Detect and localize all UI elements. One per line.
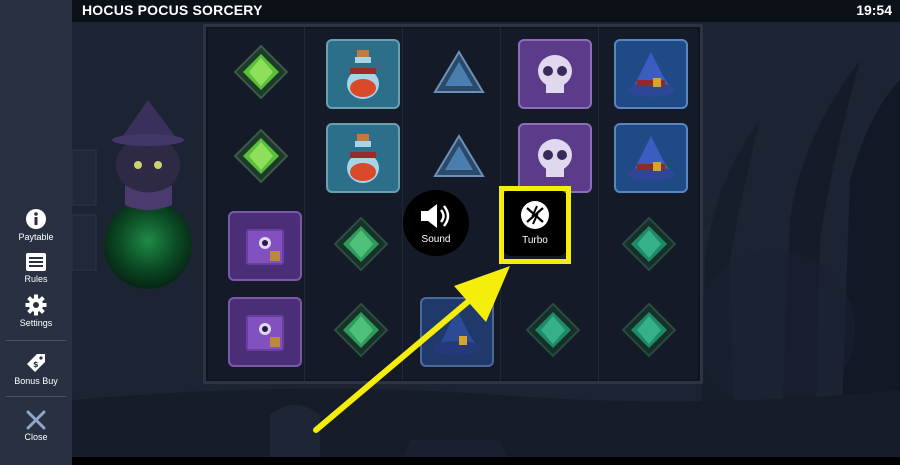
annotation-arrow [313,266,510,433]
game-screen: HOCUS POCUS SORCERY 19:54 Paytable Rules [0,0,900,465]
bottom-strip [72,457,900,465]
